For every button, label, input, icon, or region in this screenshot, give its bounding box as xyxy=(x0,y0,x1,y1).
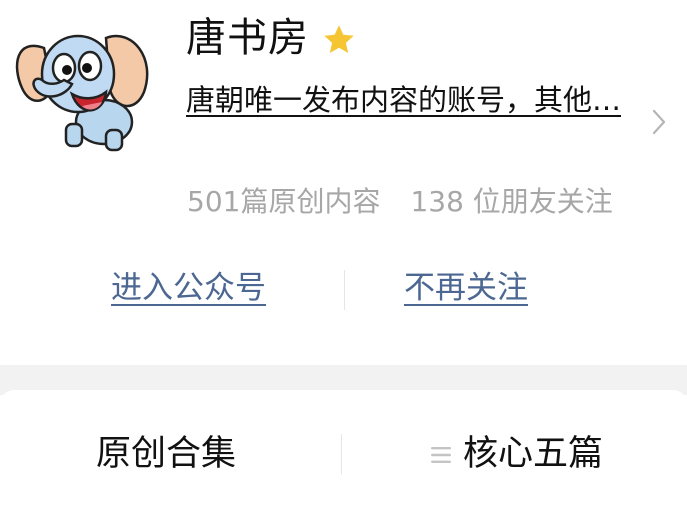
chevron-right-icon[interactable] xyxy=(651,108,667,136)
account-name: 唐书房 xyxy=(186,15,309,61)
list-icon xyxy=(431,447,451,463)
account-description[interactable]: 唐朝唯一发布内容的账号，其他… xyxy=(186,80,636,120)
core-five-articles-tab[interactable]: 核心五篇 xyxy=(463,430,603,478)
collections-divider xyxy=(341,434,342,474)
unfollow-link[interactable]: 不再关注 xyxy=(404,266,528,310)
account-stats: 501篇原创内容 138 位朋友关注 xyxy=(187,182,613,222)
enter-account-link[interactable]: 进入公众号 xyxy=(111,266,266,310)
account-profile-card: 唐书房 唐朝唯一发布内容的账号，其他… 501篇原创内容 138 位朋友关注 进入… xyxy=(0,0,687,365)
collections-card: 原创合集 核心五篇 xyxy=(0,390,687,518)
star-icon xyxy=(324,25,354,54)
friends-following-count: 138 位朋友关注 xyxy=(410,185,613,218)
elephant-avatar-icon[interactable] xyxy=(6,18,156,158)
original-collection-tab[interactable]: 原创合集 xyxy=(96,430,236,478)
original-content-count: 501篇原创内容 xyxy=(187,185,381,218)
action-divider xyxy=(344,270,345,310)
